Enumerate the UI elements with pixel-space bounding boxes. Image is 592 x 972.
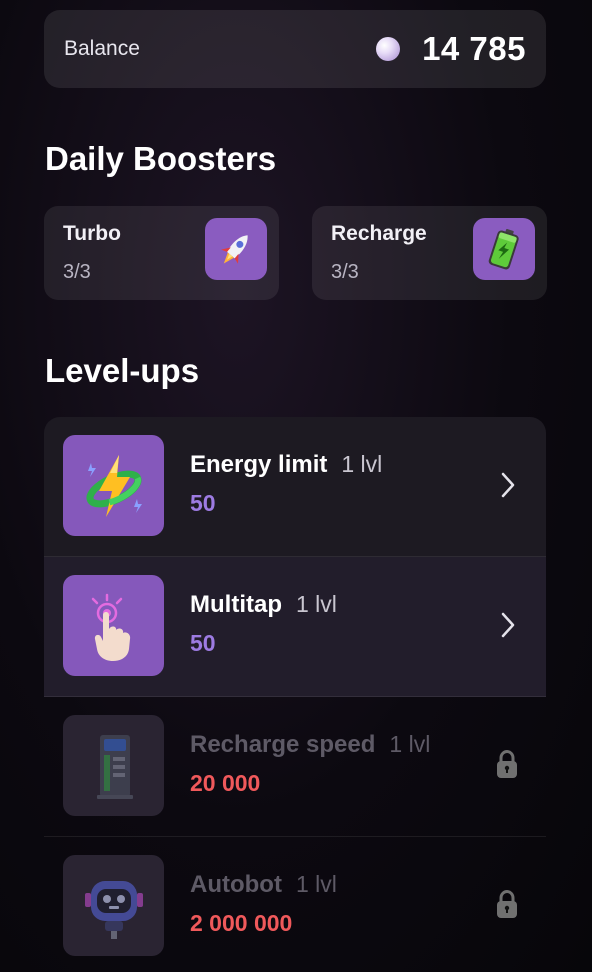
level-item-title: Multitap 1 lvl [190,591,337,619]
booster-count: 3/3 [331,261,359,283]
level-item-energy-limit[interactable]: Energy limit 1 lvl 50 [44,417,546,557]
chevron-right-icon [501,472,515,498]
daily-boosters-title: Daily Boosters [45,140,277,177]
charging-station-icon [63,715,164,816]
level-item-cost: 20 000 [190,770,261,796]
booster-name: Recharge [331,222,427,245]
pearl-coin-icon [376,37,401,61]
lock-icon [497,749,517,778]
balance-label: Balance [64,37,140,60]
lightning-ring-icon [63,435,164,536]
booster-turbo[interactable]: Turbo 3/3 [44,206,279,300]
level-item-cost: 50 [190,490,216,516]
level-item-title: Recharge speed 1 lvl [190,731,430,759]
level-item-cost: 50 [190,630,216,656]
level-item-multitap[interactable]: Multitap 1 lvl 50 [44,557,546,697]
level-item-name: Autobot [190,871,282,898]
balance-value: 14 785 [422,30,526,67]
level-item-name: Energy limit [190,451,328,478]
level-item-level: 1 lvl [389,731,431,757]
level-item-level: 1 lvl [295,871,337,897]
tapping-hand-icon [63,575,164,676]
booster-name: Turbo [63,222,121,245]
level-item-title: Energy limit 1 lvl [190,451,382,479]
level-item-level: 1 lvl [341,451,383,477]
rocket-icon [205,218,267,280]
level-item-name: Multitap [190,591,282,618]
level-ups-list: Energy limit 1 lvl 50 Multitap 1 lvl 50 [44,417,546,972]
level-item-name: Recharge speed [190,731,376,758]
level-item-autobot: Autobot 1 lvl 2 000 000 [44,837,546,972]
booster-recharge[interactable]: Recharge 3/3 [312,206,547,300]
chevron-right-icon [501,612,515,638]
balance-card: Balance 14 785 [44,10,546,88]
level-item-recharge-speed: Recharge speed 1 lvl 20 000 [44,697,546,837]
level-item-cost: 2 000 000 [190,910,293,936]
lock-icon [497,889,517,918]
level-item-level: 1 lvl [295,591,337,617]
balance-amount: 14 785 [376,30,526,68]
robot-icon [63,855,164,956]
level-ups-title: Level-ups [45,352,200,389]
level-item-title: Autobot 1 lvl [190,871,337,899]
battery-icon [473,218,535,280]
booster-count: 3/3 [63,261,91,283]
